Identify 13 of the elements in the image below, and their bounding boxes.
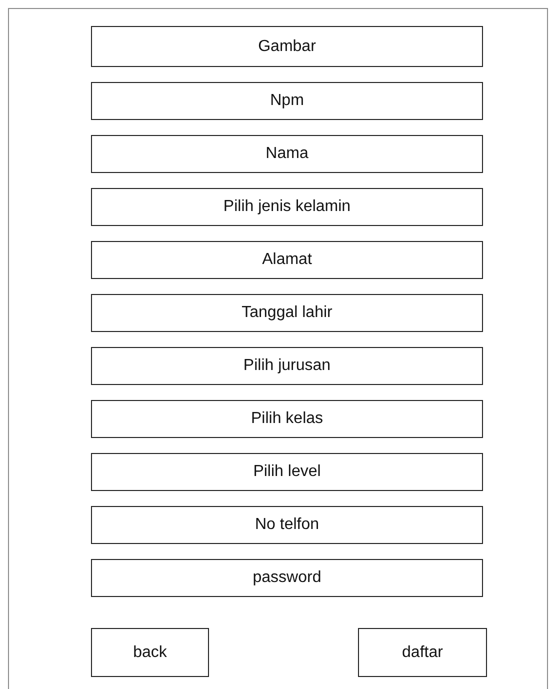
input-field[interactable]: Gambar [91,26,483,67]
input-field[interactable]: Pilih kelas [91,400,483,438]
submit-button[interactable]: daftar [358,628,487,677]
input-field[interactable]: Pilih jenis kelamin [91,188,483,226]
input-field[interactable]: password [91,559,483,597]
input-field[interactable]: No telfon [91,506,483,544]
input-field[interactable]: Pilih level [91,453,483,491]
input-field[interactable]: Pilih jurusan [91,347,483,385]
input-field[interactable]: Alamat [91,241,483,279]
input-field[interactable]: Tanggal lahir [91,294,483,332]
input-field[interactable]: Npm [91,82,483,120]
input-field[interactable]: Nama [91,135,483,173]
back-button[interactable]: back [91,628,209,677]
